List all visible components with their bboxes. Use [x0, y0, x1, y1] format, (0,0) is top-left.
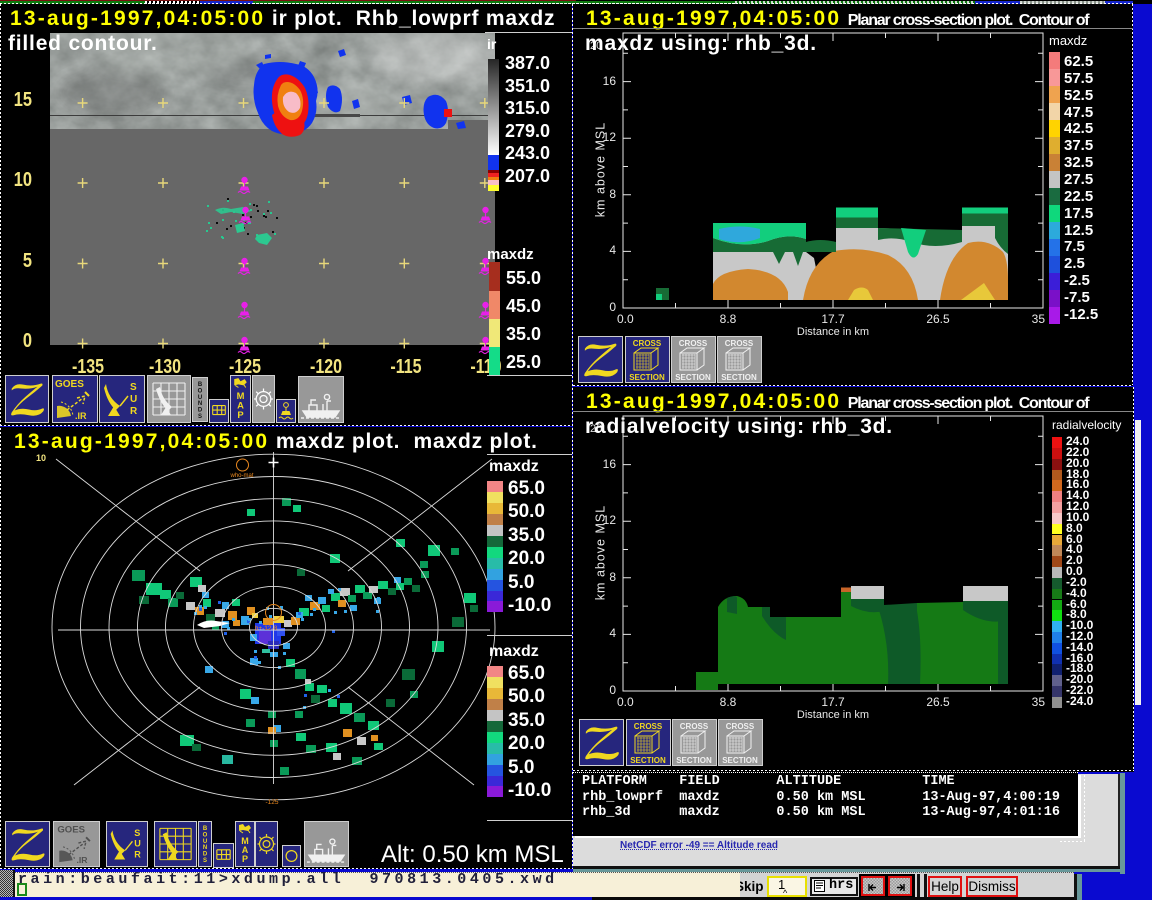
svg-text:CROSS: CROSS [726, 722, 755, 731]
svg-text:CROSS: CROSS [680, 722, 709, 731]
svg-text:SECTION: SECTION [721, 373, 757, 382]
svg-text:SECTION: SECTION [675, 373, 711, 382]
svg-text:SECTION: SECTION [629, 373, 665, 382]
svg-text:SECTION: SECTION [676, 756, 712, 765]
svg-text:SECTION: SECTION [722, 756, 758, 765]
svg-text:CROSS: CROSS [725, 339, 754, 348]
svg-text:CROSS: CROSS [679, 339, 708, 348]
svg-text:CROSS: CROSS [634, 722, 663, 731]
svg-text:SECTION: SECTION [630, 756, 666, 765]
svg-text:CROSS: CROSS [633, 339, 662, 348]
